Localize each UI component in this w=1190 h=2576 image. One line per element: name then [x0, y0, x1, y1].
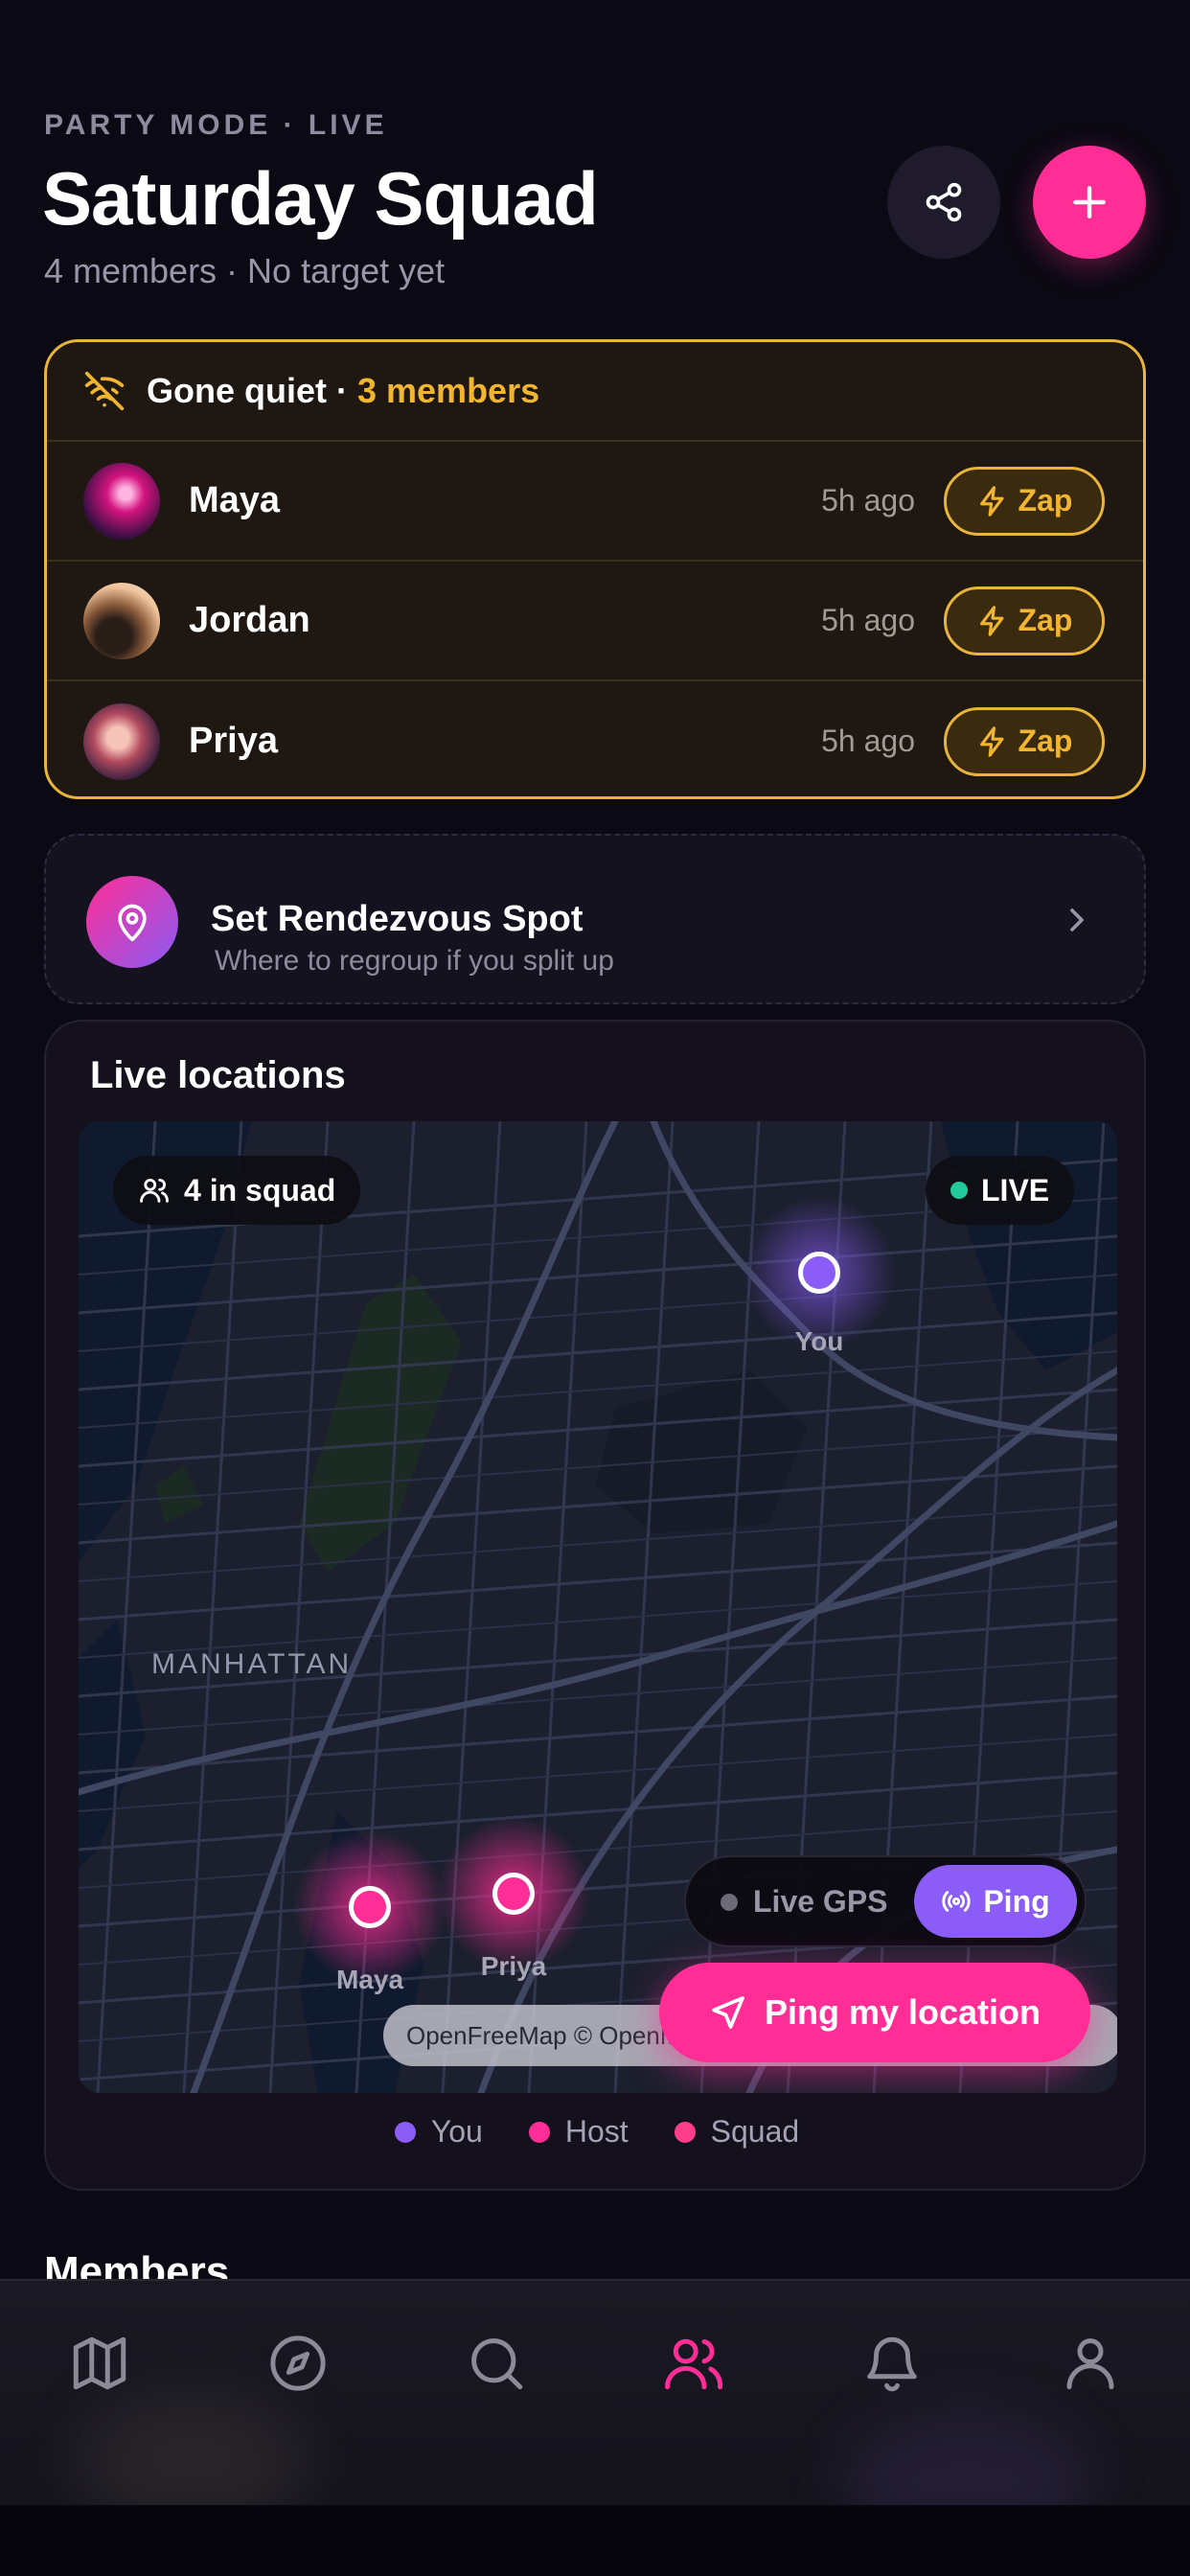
navigation-arrow-icon	[712, 1996, 744, 2029]
rendezvous-title: Set Rendezvous Spot	[211, 899, 584, 939]
profile-icon	[1066, 2338, 1114, 2390]
zap-label: Zap	[1018, 603, 1073, 637]
live-dot	[950, 1182, 968, 1199]
priya-pin[interactable]	[492, 1873, 535, 1915]
nav-search[interactable]	[439, 2306, 554, 2421]
legend-item-host: Host	[528, 2114, 629, 2150]
quiet-member-row: Jordan 5h ago Zap	[47, 562, 1143, 681]
compass-icon	[270, 2335, 326, 2391]
share-icon	[926, 182, 962, 222]
live-gps-label: Live GPS	[753, 1884, 888, 1919]
bottom-nav	[0, 2279, 1190, 2505]
chevron-right-icon	[1070, 908, 1084, 932]
live-status-chip: LIVE	[926, 1156, 1075, 1225]
maya-pin-label: Maya	[335, 1965, 404, 1994]
last-seen-time: 5h ago	[821, 483, 915, 518]
rendezvous-icon-badge	[86, 876, 178, 968]
map-icon	[73, 2336, 126, 2390]
map-legend: You Host Squad	[46, 2114, 1148, 2150]
you-pin[interactable]	[798, 1252, 840, 1294]
legend-dot	[394, 2121, 416, 2143]
nav-profile[interactable]	[1033, 2306, 1148, 2421]
live-gps-option[interactable]: Live GPS	[721, 1884, 888, 1920]
live-status-label: LIVE	[981, 1172, 1050, 1208]
search-icon	[471, 2338, 523, 2390]
live-locations-card: Live locations 4 in squad LIVE MANHATTAN…	[44, 1020, 1146, 2191]
legend-label: Host	[564, 2114, 629, 2149]
avatar	[83, 702, 160, 780]
ping-option[interactable]: Ping	[914, 1865, 1077, 1938]
zap-label: Zap	[1018, 724, 1073, 758]
map-place-label: MANHATTAN	[151, 1648, 353, 1680]
party-mode-eyebrow: PARTY MODE · LIVE	[44, 109, 388, 141]
maya-pin[interactable]	[349, 1886, 391, 1928]
nav-squad[interactable]	[636, 2306, 751, 2421]
gps-mode-toggle: Live GPS Ping	[684, 1855, 1087, 1947]
map-pin-icon	[118, 904, 147, 942]
bolt-icon	[979, 725, 1004, 757]
zap-button[interactable]: Zap	[944, 706, 1105, 776]
squad-map[interactable]: 4 in squad LIVE MANHATTAN You Maya Priya…	[79, 1121, 1117, 2093]
zap-button[interactable]: Zap	[944, 586, 1105, 656]
add-button[interactable]	[1033, 146, 1146, 259]
zap-label: Zap	[1018, 483, 1073, 518]
legend-label: You	[430, 2114, 483, 2149]
legend-dot	[674, 2121, 696, 2143]
avatar	[83, 462, 160, 540]
app-screen: PARTY MODE · LIVE Saturday Squad 4 membe…	[0, 0, 1190, 2505]
home-indicator-area	[0, 2505, 1190, 2576]
bell-icon	[867, 2336, 917, 2392]
squad-count-chip: 4 in squad	[113, 1156, 361, 1225]
share-button[interactable]	[887, 146, 1000, 259]
nav-explore[interactable]	[240, 2306, 355, 2421]
legend-label: Squad	[710, 2114, 800, 2149]
avatar	[83, 582, 160, 659]
you-pin-label: You	[794, 1326, 844, 1356]
member-name: Maya	[189, 480, 281, 520]
plus-icon	[1073, 186, 1106, 218]
broadcast-icon	[942, 1891, 971, 1912]
ping-my-location-label: Ping my location	[764, 1992, 1041, 2032]
gone-quiet-card: Gone quiet · 3 members Maya 5h ago Zap J…	[44, 339, 1146, 799]
priya-pin-label: Priya	[480, 1951, 547, 1981]
last-seen-time: 5h ago	[821, 724, 915, 758]
member-name: Priya	[189, 721, 278, 761]
bolt-icon	[979, 485, 1004, 517]
last-seen-time: 5h ago	[821, 603, 915, 637]
bolt-icon	[979, 605, 1004, 636]
nav-notifications[interactable]	[835, 2306, 950, 2421]
quiet-member-row: Maya 5h ago Zap	[47, 442, 1143, 562]
wifi-off-icon	[84, 371, 125, 411]
rendezvous-subtitle: Where to regroup if you split up	[215, 945, 614, 977]
ping-option-label: Ping	[983, 1883, 1050, 1919]
ping-my-location-button[interactable]: Ping my location	[659, 1963, 1090, 2062]
gone-quiet-count: 3 members	[357, 371, 540, 410]
page-subtitle: 4 members · No target yet	[44, 251, 446, 290]
gone-quiet-header: Gone quiet · 3 members	[47, 342, 1143, 442]
gps-dot	[721, 1893, 738, 1911]
legend-item-squad: Squad	[674, 2114, 800, 2150]
legend-item-you: You	[394, 2114, 483, 2150]
users-icon	[665, 2338, 723, 2390]
users-icon	[140, 1178, 169, 1203]
live-locations-title: Live locations	[90, 1054, 346, 1096]
quiet-member-row: Priya 5h ago Zap	[47, 681, 1143, 796]
set-rendezvous-card[interactable]: Set Rendezvous Spot Where to regroup if …	[44, 834, 1146, 1004]
gone-quiet-label: Gone quiet ·	[147, 371, 348, 410]
zap-button[interactable]: Zap	[944, 466, 1105, 536]
squad-count-label: 4 in squad	[184, 1172, 336, 1208]
member-name: Jordan	[189, 600, 310, 640]
nav-map[interactable]	[42, 2306, 157, 2421]
legend-dot	[528, 2121, 550, 2143]
page-title: Saturday Squad	[42, 156, 599, 241]
